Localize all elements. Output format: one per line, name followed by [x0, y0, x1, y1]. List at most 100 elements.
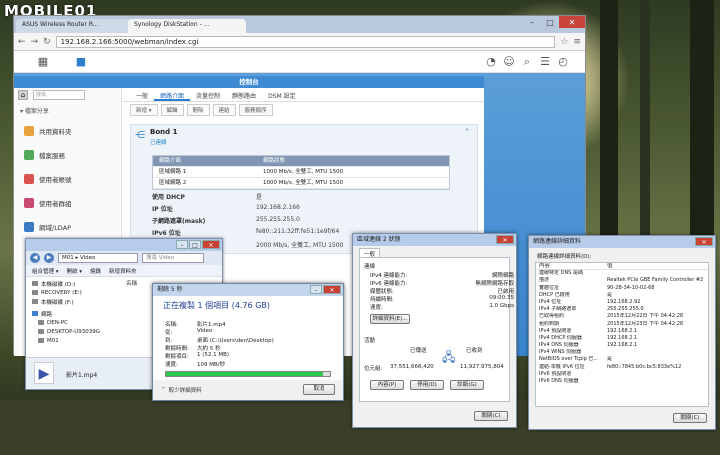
sidebar-item-shared-folder[interactable]: 共用資料夾	[14, 119, 121, 143]
burn-button[interactable]: 燒錄	[90, 267, 101, 275]
path-input[interactable]: M01 ▸ Video	[58, 253, 138, 263]
sidebar-item-group[interactable]: 使用者群組	[14, 191, 121, 215]
tree-item-network[interactable]: 網路	[32, 309, 122, 318]
minimize-icon[interactable]: –	[523, 16, 541, 28]
diagnose-button[interactable]: 診斷(G)	[450, 380, 484, 390]
home-icon[interactable]: ⌂	[18, 90, 28, 100]
dsm-taskbar: ▦ ■ ◔ ☺ ⌕ ☰ ◴	[14, 51, 585, 73]
list-item[interactable]: IPv4 DHCP 伺服器 192.168.2.1	[536, 335, 708, 342]
list-item[interactable]: 實體位址 90-2B-34-10-02-68	[536, 285, 708, 292]
control-panel-icon[interactable]: ■	[74, 55, 88, 69]
tree-item-m01[interactable]: M01	[32, 336, 122, 345]
create-button[interactable]: 新增 ▾	[130, 104, 158, 116]
tree-item-f[interactable]: 本機磁碟 (F:)	[32, 297, 122, 306]
close-button[interactable]: 關閉(C)	[673, 413, 707, 423]
close-button[interactable]: 關閉(C)	[474, 411, 508, 421]
delete-button[interactable]: 刪除	[186, 104, 210, 116]
list-item[interactable]: 連線特定 DNS 尾碼	[536, 270, 708, 277]
list-item[interactable]: 已取得租約 2015年12月22日 下午 04:42:28	[536, 313, 708, 320]
minimize-icon[interactable]: –	[310, 285, 322, 294]
table-row: 區域網路 2 1000 Mb/s, 全雙工, MTU 1500	[153, 178, 449, 189]
navigation-tree: 本機磁碟 (D:) RECOVERY (E:) 本機磁碟 (F:) 網路 DEN…	[32, 279, 122, 345]
list-item[interactable]: 描述 Realtek PCIe GBE Family Controller #2	[536, 277, 708, 284]
sidebar-item-user[interactable]: 使用者帳號	[14, 167, 121, 191]
connect-button[interactable]: 連結	[212, 104, 236, 116]
forward-icon[interactable]: →	[31, 37, 39, 47]
apps-grid-icon[interactable]: ▦	[36, 55, 50, 69]
property-name: 已取得租約	[539, 313, 565, 320]
cancel-button[interactable]: 取消	[303, 384, 335, 395]
list-item[interactable]: NetBIOS over Tcpip 已... 是	[536, 356, 708, 363]
close-icon[interactable]: ✕	[323, 285, 341, 294]
service-order-button[interactable]: 服務順序	[238, 104, 273, 116]
open-button[interactable]: 開啟 ▾	[67, 267, 83, 275]
nic-row: IPv4 連線能力: 網際網路	[370, 273, 514, 279]
tab-dsm-settings[interactable]: DSM 設定	[262, 88, 302, 101]
user-icon[interactable]: ☺	[502, 55, 516, 69]
properties-button[interactable]: 內容(P)	[370, 380, 404, 390]
details-button[interactable]: 詳細資料(E)...	[370, 314, 410, 324]
tree-item-d[interactable]: 本機磁碟 (D:)	[32, 279, 122, 288]
widgets-icon[interactable]: ☰	[538, 55, 552, 69]
list-item[interactable]: IPv4 預設閘道 192.168.2.1	[536, 328, 708, 335]
back-icon[interactable]: ←	[18, 37, 26, 47]
list-item[interactable]: DHCP 已啟用 是	[536, 292, 708, 299]
property-value: 192.168.2.92	[607, 298, 641, 305]
copy-titlebar: 剩餘 5 秒 – ✕	[153, 284, 343, 296]
tree-item-e[interactable]: RECOVERY (E:)	[32, 288, 122, 297]
organize-button[interactable]: 組合管理 ▾	[32, 267, 59, 275]
list-item[interactable]: IPv4 DNS 伺服器 192.168.2.1	[536, 342, 708, 349]
list-item[interactable]: IPv4 位址 192.168.2.92	[536, 299, 708, 306]
maximize-icon[interactable]: □	[541, 16, 559, 28]
menu-icon[interactable]: ≡	[573, 37, 581, 47]
selected-file-name: 影片1.mp4	[66, 372, 98, 379]
close-icon[interactable]: ✕	[496, 235, 514, 244]
field-mask: 子網路遮罩(mask) 255.255.255.0	[152, 216, 300, 225]
star-icon[interactable]: ☆	[560, 37, 568, 47]
tab-static-route[interactable]: 靜態路由	[226, 88, 262, 101]
list-item[interactable]: IPv6 DNS 伺服器	[536, 378, 708, 385]
sidebar-search-input[interactable]: 搜尋	[33, 90, 85, 100]
close-icon[interactable]: ✕	[202, 240, 220, 249]
edit-button[interactable]: 編輯	[160, 104, 184, 116]
bytes-received: 11,927,975,804	[460, 364, 504, 370]
tree-item-desktop[interactable]: DESKTOP-U93039G	[32, 327, 122, 336]
close-icon[interactable]: ✕	[695, 237, 713, 246]
url-input[interactable]: 192.168.2.166:5000/webman/index.cgi	[55, 35, 556, 48]
tab-traffic-control[interactable]: 流量控制	[190, 88, 226, 101]
share-icon: ⋲	[135, 130, 145, 141]
close-icon[interactable]: ✕	[559, 16, 585, 28]
list-item[interactable]: 連結-本機 IPv6 位址 fe80::7845:b0c:bc5:833e%12	[536, 364, 708, 371]
disable-button[interactable]: 停用(D)	[410, 380, 444, 390]
copy-field-to: 到: 桌面 (C:\Users\den\Desktop)	[165, 338, 274, 344]
sidebar-item-ldap[interactable]: 網域/LDAP	[14, 215, 121, 239]
property-value: 192.168.2.1	[607, 342, 638, 349]
list-item[interactable]: IPv6 預設閘道	[536, 371, 708, 378]
tab-network-interface[interactable]: 網路介面	[154, 88, 191, 101]
address-bar: ← → ↻ 192.168.2.166:5000/webman/index.cg…	[14, 33, 585, 51]
tab-synology[interactable]: Synology DiskStation - ...	[128, 19, 246, 33]
forward-icon[interactable]: ▶	[44, 253, 54, 263]
table-row: 區域網路 1 1000 Mb/s, 全雙工, MTU 1500	[153, 167, 449, 178]
reload-icon[interactable]: ↻	[43, 37, 51, 47]
tree-item-den-pc[interactable]: DEN-PC	[32, 318, 122, 327]
less-details-toggle[interactable]: ⌃ 較少詳細資料	[161, 386, 202, 394]
explorer-search-input[interactable]: 搜尋 Video	[142, 253, 204, 263]
chevron-up-icon[interactable]: ˄	[465, 128, 469, 137]
sidebar-item-file-services[interactable]: 檔案服務	[14, 143, 121, 167]
back-icon[interactable]: ◀	[30, 253, 40, 263]
maximize-icon[interactable]: □	[189, 240, 201, 249]
chat-icon[interactable]: ◔	[484, 55, 498, 69]
window-controls: – □ ✕	[523, 16, 585, 28]
search-icon[interactable]: ⌕	[520, 55, 534, 69]
list-item[interactable]: IPv4 WINS 伺服器	[536, 349, 708, 356]
sidebar-section-file-sharing[interactable]: ▾ 檔案分享	[14, 102, 121, 119]
list-item[interactable]: 租約到期 2015年12月23日 下午 04:42:28	[536, 321, 708, 328]
minimize-icon[interactable]: –	[176, 240, 188, 249]
tab-router[interactable]: ASUS Wireless Router R...	[16, 19, 134, 33]
property-name: IPv4 DNS 伺服器	[539, 342, 579, 349]
tab-general[interactable]: 一般	[130, 88, 154, 101]
new-folder-button[interactable]: 新增資料夾	[109, 267, 137, 275]
resource-monitor-icon[interactable]: ◴	[556, 55, 570, 69]
list-item[interactable]: IPv4 子網路遮罩 255.255.255.0	[536, 306, 708, 313]
